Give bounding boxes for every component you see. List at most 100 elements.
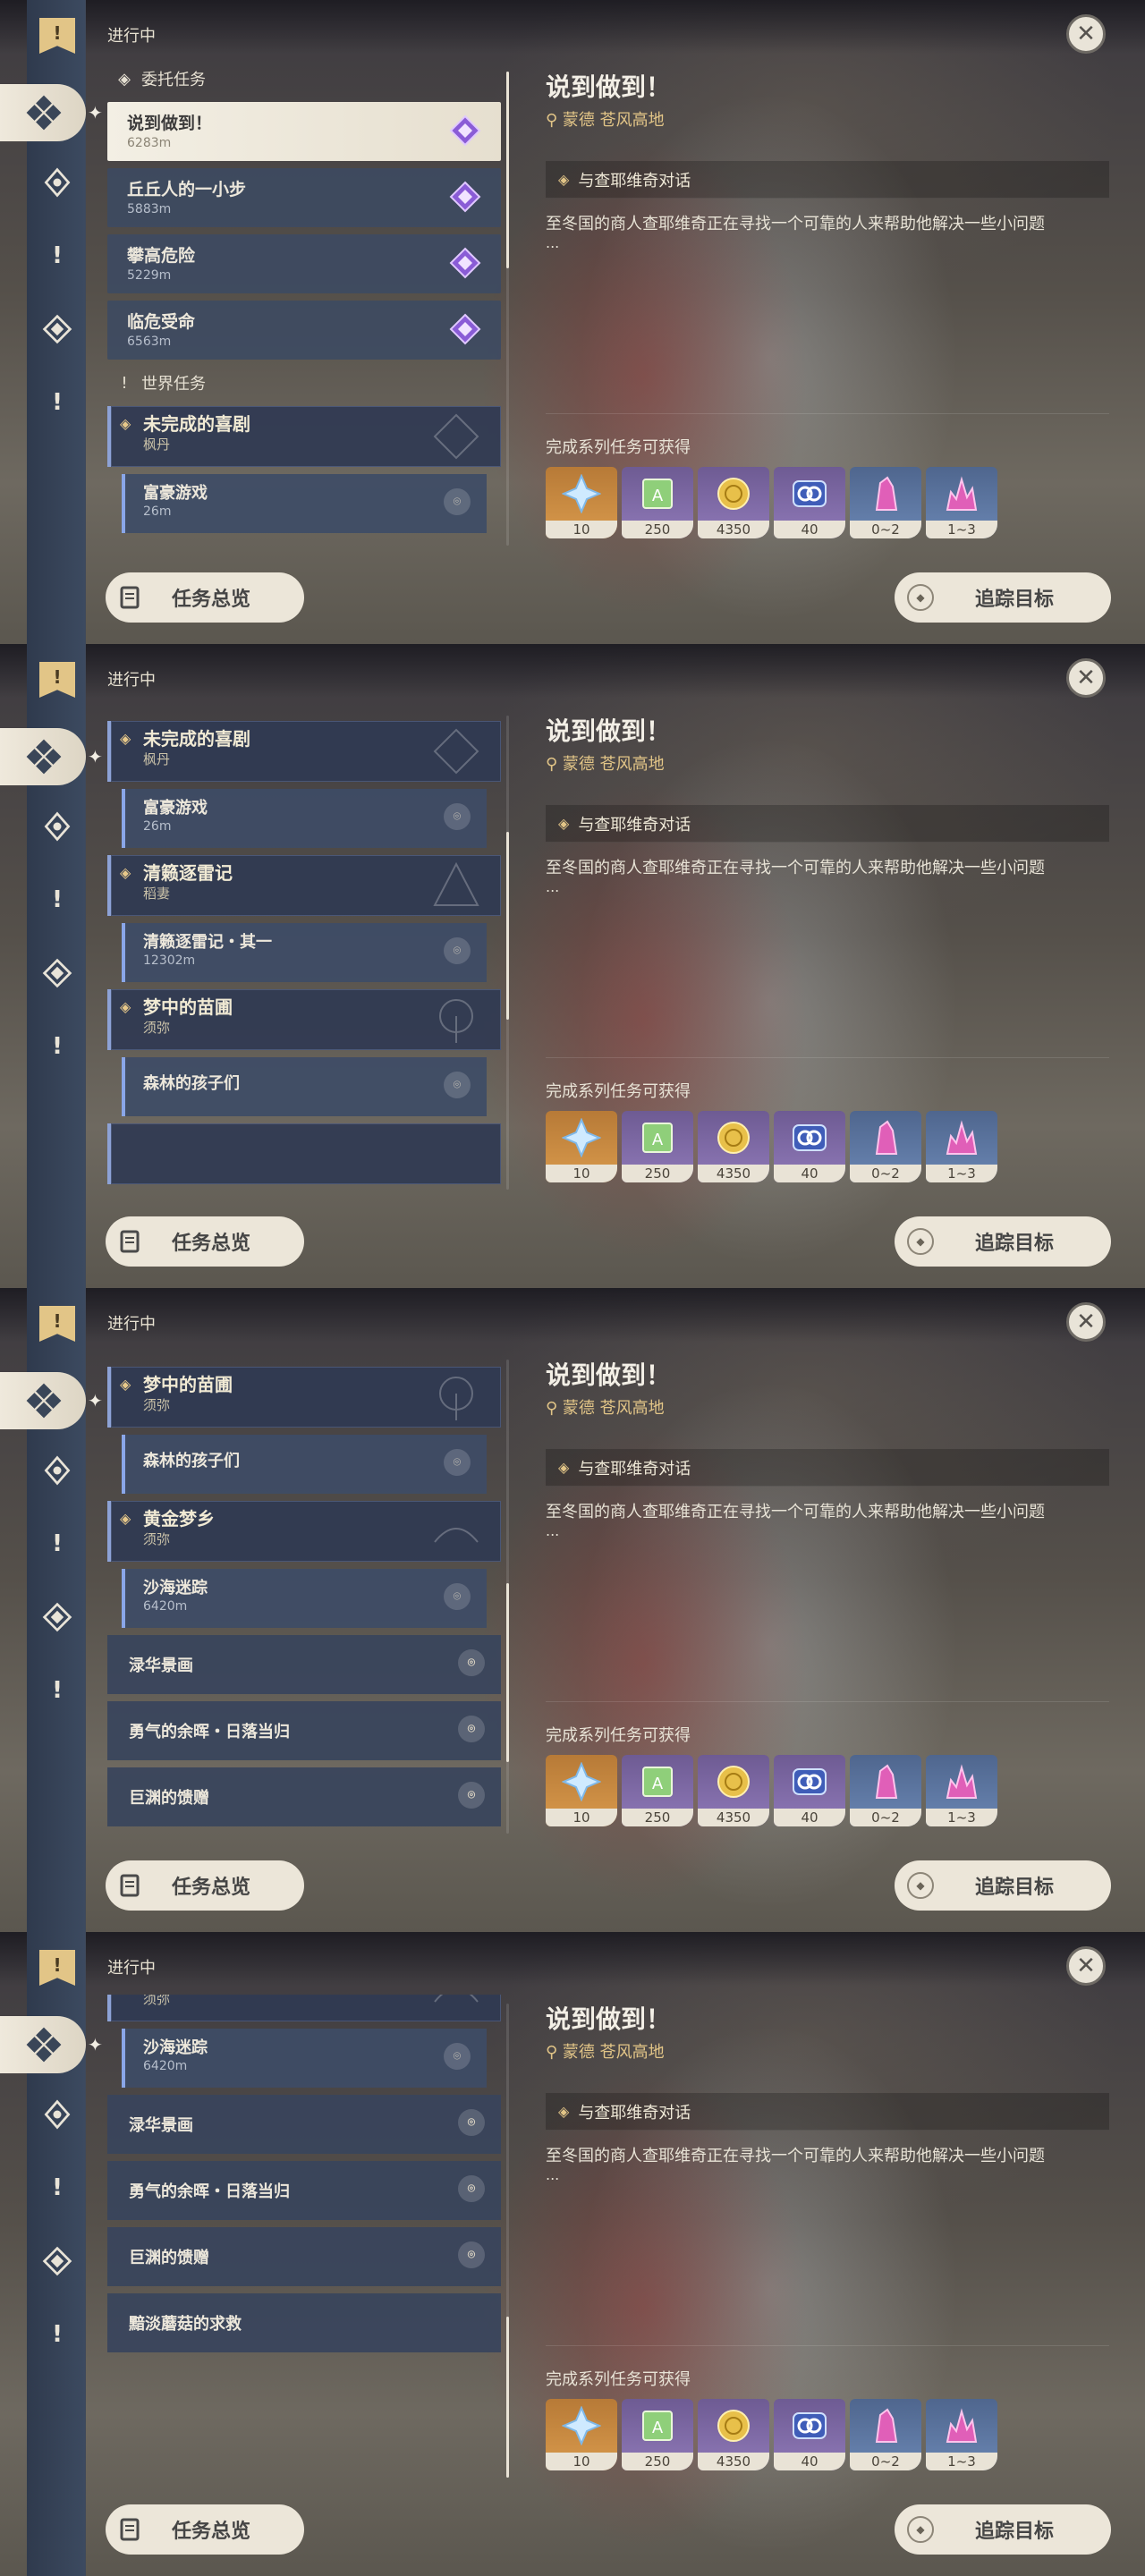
location-pin-icon[interactable]: ⌾	[444, 803, 471, 830]
reward-crystal-chunk[interactable]: 0~2	[850, 2399, 921, 2470]
world-quest-icon[interactable]: !	[39, 1673, 75, 1708]
quest-list[interactable]: ◈ 黄金梦乡 须弥 沙海迷踪 6420m ⌾ 渌华景画⌾ 勇气的余晖・日落当归⌾…	[107, 1995, 501, 2487]
world-quest-icon[interactable]: !	[39, 1029, 75, 1064]
reward-crystal-cluster[interactable]: 1~3	[926, 467, 997, 538]
scrollbar-thumb[interactable]	[506, 2317, 509, 2478]
track-target-button[interactable]: ◆ 追踪目标	[895, 2504, 1111, 2555]
track-target-button[interactable]: ◆ 追踪目标	[895, 1216, 1111, 1267]
world-quest-series[interactable]: ◈ 黄金梦乡 须弥	[107, 1995, 501, 2021]
world-quest-step[interactable]: 森林的孩子们 ⌾	[122, 1435, 487, 1494]
archon-quest-icon[interactable]	[39, 1453, 75, 1488]
reward-crystal-cluster[interactable]: 1~3	[926, 1111, 997, 1182]
world-quest-icon[interactable]: !	[39, 882, 75, 918]
commission-item[interactable]: 丘丘人的一小步 5883m	[107, 168, 501, 227]
reward-companionship-exp[interactable]: 40	[774, 2399, 845, 2470]
world-quest-icon[interactable]: !	[39, 1526, 75, 1562]
close-button[interactable]: ✕	[1066, 14, 1106, 54]
world-quest-step[interactable]: 富豪游戏 26m ⌾	[122, 474, 487, 533]
reward-mora[interactable]: 4350	[698, 467, 769, 538]
story-quest-icon[interactable]	[39, 1599, 75, 1635]
world-quest-step[interactable]: 沙海迷踪 6420m ⌾	[122, 2029, 487, 2088]
story-quest-icon[interactable]	[39, 2243, 75, 2279]
world-quest-icon[interactable]: !	[39, 2317, 75, 2352]
world-quest-item[interactable]: 渌华景画 ⌾	[107, 2095, 501, 2154]
scrollbar-thumb[interactable]	[506, 832, 509, 1020]
location-pin-icon[interactable]: ⌾	[458, 1649, 485, 1676]
location-pin-icon[interactable]: ⌾	[458, 1782, 485, 1809]
world-quest-series[interactable]: ◈ 清籁逐雷记 稻妻	[107, 855, 501, 916]
reward-crystal-chunk[interactable]: 0~2	[850, 1111, 921, 1182]
quest-overview-button[interactable]: 任务总览	[106, 1216, 304, 1267]
reward-crystal-cluster[interactable]: 1~3	[926, 1755, 997, 1826]
quest-overview-button[interactable]: 任务总览	[106, 2504, 304, 2555]
reward-companionship-exp[interactable]: 40	[774, 467, 845, 538]
quest-overview-button[interactable]: 任务总览	[106, 572, 304, 623]
quest-list[interactable]: ◈ 委托任务 说到做到！ 6283m 丘丘人的一小步 5883m 攀高危险 522…	[107, 63, 501, 555]
scrollbar-thumb[interactable]	[506, 1583, 509, 1762]
location-pin-icon[interactable]: ⌾	[444, 937, 471, 964]
reward-crystal-cluster[interactable]: 1~3	[926, 2399, 997, 2470]
location-pin-icon[interactable]: ⌾	[458, 1716, 485, 1742]
world-quest-step[interactable]: 清籁逐雷记・其一 12302m ⌾	[122, 923, 487, 982]
world-quest-series[interactable]: ◈ 未完成的喜剧 枫丹	[107, 406, 501, 467]
world-quest-item[interactable]: 黯淡蘑菇的求救	[107, 2293, 501, 2352]
close-button[interactable]: ✕	[1066, 1946, 1106, 1986]
reward-mora[interactable]: 4350	[698, 1755, 769, 1826]
world-quest-step[interactable]: 森林的孩子们 ⌾	[122, 1057, 487, 1116]
world-quest-icon[interactable]: !	[39, 2170, 75, 2206]
world-quest-step[interactable]: 富豪游戏 26m ⌾	[122, 789, 487, 848]
location-pin-icon[interactable]: ⌾	[458, 2175, 485, 2202]
reward-mora[interactable]: 4350	[698, 2399, 769, 2470]
world-quest-series[interactable]: ◈ 未完成的喜剧 枫丹	[107, 721, 501, 782]
location-pin-icon[interactable]: ⌾	[444, 1449, 471, 1476]
location-pin-icon[interactable]: ⌾	[444, 1583, 471, 1610]
world-quest-item[interactable]: 勇气的余晖・日落当归 ⌾	[107, 2161, 501, 2220]
archon-quest-icon[interactable]	[39, 2097, 75, 2132]
location-pin-icon[interactable]: ⌾	[458, 2241, 485, 2268]
world-quest-series[interactable]: ◈ 梦中的苗圃 须弥	[107, 989, 501, 1050]
world-quest-item[interactable]: 勇气的余晖・日落当归 ⌾	[107, 1701, 501, 1760]
quest-list[interactable]: ◈ 梦中的苗圃 须弥 森林的孩子们 ⌾ ◈ 黄金梦乡 须弥 沙海迷踪 6420m…	[107, 1351, 501, 1843]
close-button[interactable]: ✕	[1066, 658, 1106, 698]
reward-adventure-exp[interactable]: A 250	[622, 2399, 693, 2470]
quest-list[interactable]: !世界任务 ◈ 未完成的喜剧 枫丹 富豪游戏 26m ⌾ ◈ 清籁逐雷记 稻妻 …	[107, 707, 501, 1199]
world-quest-icon[interactable]: !	[39, 385, 75, 420]
scrollbar-thumb[interactable]	[506, 72, 509, 268]
location-pin-icon[interactable]: ⌾	[444, 1072, 471, 1098]
world-quest-series[interactable]: ◈ 梦中的苗圃 须弥	[107, 1367, 501, 1428]
reward-primogem[interactable]: 10	[546, 1111, 617, 1182]
world-quest-item[interactable]: 巨渊的馈赠 ⌾	[107, 1767, 501, 1826]
world-quest-step[interactable]: 沙海迷踪 6420m ⌾	[122, 1569, 487, 1628]
story-quest-icon[interactable]	[39, 311, 75, 347]
reward-primogem[interactable]: 10	[546, 467, 617, 538]
location-pin-icon[interactable]: ⌾	[458, 2109, 485, 2136]
reward-primogem[interactable]: 10	[546, 1755, 617, 1826]
close-button[interactable]: ✕	[1066, 1302, 1106, 1342]
world-quest-series[interactable]: ◈ 黄金梦乡 须弥	[107, 1501, 501, 1562]
reward-companionship-exp[interactable]: 40	[774, 1755, 845, 1826]
reward-adventure-exp[interactable]: A 250	[622, 467, 693, 538]
world-quest-item[interactable]: 巨渊的馈赠 ⌾	[107, 2227, 501, 2286]
location-pin-icon[interactable]: ⌾	[444, 488, 471, 515]
reward-crystal-chunk[interactable]: 0~2	[850, 467, 921, 538]
reward-primogem[interactable]: 10	[546, 2399, 617, 2470]
commission-item[interactable]: 说到做到！ 6283m	[107, 102, 501, 161]
archon-quest-icon[interactable]	[39, 165, 75, 200]
commission-item[interactable]: 攀高危险 5229m	[107, 234, 501, 293]
reward-companionship-exp[interactable]: 40	[774, 1111, 845, 1182]
track-target-button[interactable]: ◆ 追踪目标	[895, 1860, 1111, 1911]
reward-mora[interactable]: 4350	[698, 1111, 769, 1182]
world-quest-series[interactable]	[107, 1123, 501, 1184]
location-pin-icon[interactable]: ⌾	[444, 2043, 471, 2070]
world-quest-icon[interactable]: !	[39, 238, 75, 274]
story-quest-icon[interactable]	[39, 955, 75, 991]
commission-item[interactable]: 临危受命 6563m	[107, 301, 501, 360]
archon-quest-icon[interactable]	[39, 809, 75, 844]
rail-commission-selected[interactable]	[0, 2016, 86, 2073]
reward-crystal-chunk[interactable]: 0~2	[850, 1755, 921, 1826]
track-target-button[interactable]: ◆ 追踪目标	[895, 572, 1111, 623]
reward-adventure-exp[interactable]: A 250	[622, 1111, 693, 1182]
reward-adventure-exp[interactable]: A 250	[622, 1755, 693, 1826]
rail-commission-selected[interactable]	[0, 1372, 86, 1429]
world-quest-item[interactable]: 渌华景画 ⌾	[107, 1635, 501, 1694]
